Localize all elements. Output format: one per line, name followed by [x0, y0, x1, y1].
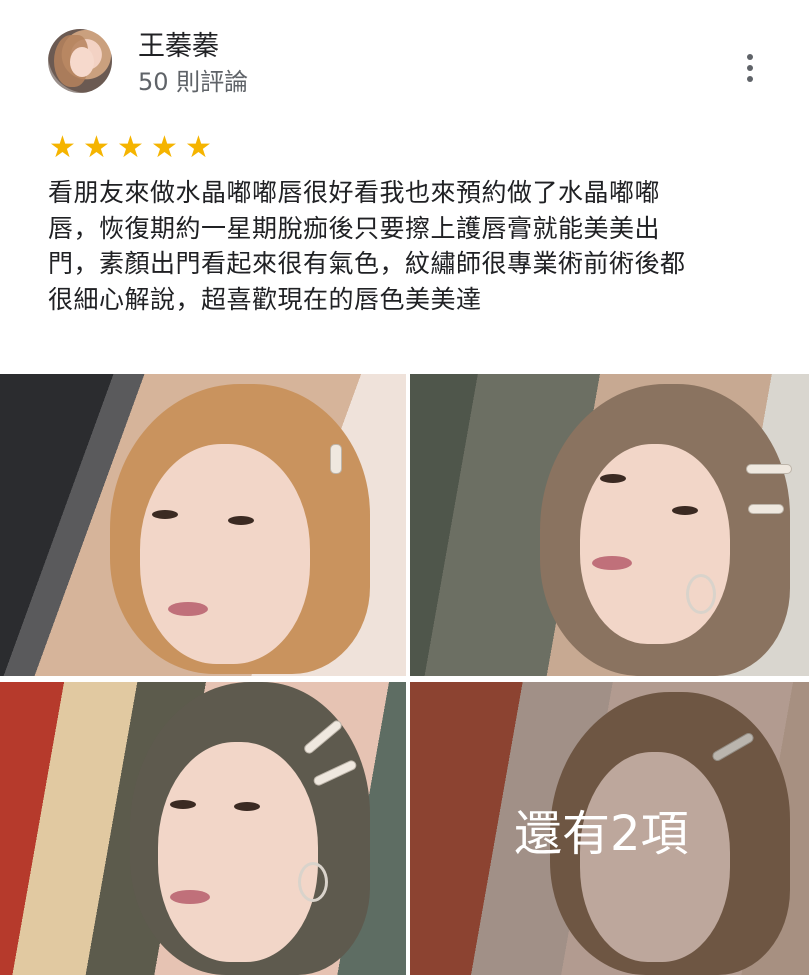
review-line: 唇，恢復期約一星期脫痂後只要擦上護唇膏就能美美出 [48, 213, 661, 243]
photo-lips [168, 602, 208, 616]
reviewer-name[interactable]: 王蓁蓁 [138, 30, 219, 64]
star-icon: ★ [151, 130, 178, 165]
photo-eye [152, 510, 178, 519]
photo-lips [170, 890, 210, 904]
photo-earring [686, 574, 716, 614]
photo-face [580, 444, 730, 644]
review-photo-1[interactable] [0, 374, 406, 676]
reviewer-header: 王蓁蓁 50 則評論 [0, 0, 809, 120]
photo-hair-clip [330, 444, 342, 474]
avatar[interactable] [48, 29, 112, 93]
photo-eye [672, 506, 698, 515]
star-icon: ★ [83, 130, 110, 165]
photo-hair-clip [746, 464, 792, 474]
avatar-face [70, 47, 94, 77]
review-line: 門，素顏出門看起來很有氣色，紋繡師很專業術前術後都 [48, 249, 686, 278]
photo-face [158, 742, 318, 962]
star-icon: ★ [185, 130, 212, 165]
review-line: 很細心解說，超喜歡現在的唇色美美達 [48, 284, 482, 314]
photo-eye [600, 474, 626, 483]
more-dot [747, 65, 753, 71]
review-photo-2[interactable] [410, 374, 809, 676]
photo-face [140, 444, 310, 664]
photo-eye [234, 802, 260, 811]
photo-earring [298, 862, 328, 902]
more-photos-overlay[interactable]: 還有2項 [410, 682, 809, 975]
review-photo-4-more[interactable]: 還有2項 [410, 682, 809, 975]
photo-gallery: 還有2項 [0, 374, 809, 975]
more-vert-icon[interactable] [730, 48, 770, 88]
star-rating: ★ ★ ★ ★ ★ [49, 133, 215, 163]
review-text: 看朋友來做水晶嘟嘟唇很好看我也來預約做了水晶嘟嘟 唇，恢復期約一星期脫痂後只要擦… [48, 175, 768, 317]
star-icon: ★ [117, 130, 144, 165]
star-icon: ★ [49, 130, 76, 165]
more-dot [747, 76, 753, 82]
review-line: 看朋友來做水晶嘟嘟唇很好看我也來預約做了水晶嘟嘟 [48, 178, 661, 207]
photo-eye [170, 800, 196, 809]
review-photo-3[interactable] [0, 682, 406, 975]
photo-lips [592, 556, 632, 570]
review-count: 50 則評論 [138, 68, 249, 96]
more-photos-label: 還有2項 [514, 806, 689, 862]
more-dot [747, 54, 753, 60]
photo-hair-clip [748, 504, 784, 514]
photo-eye [228, 516, 254, 525]
